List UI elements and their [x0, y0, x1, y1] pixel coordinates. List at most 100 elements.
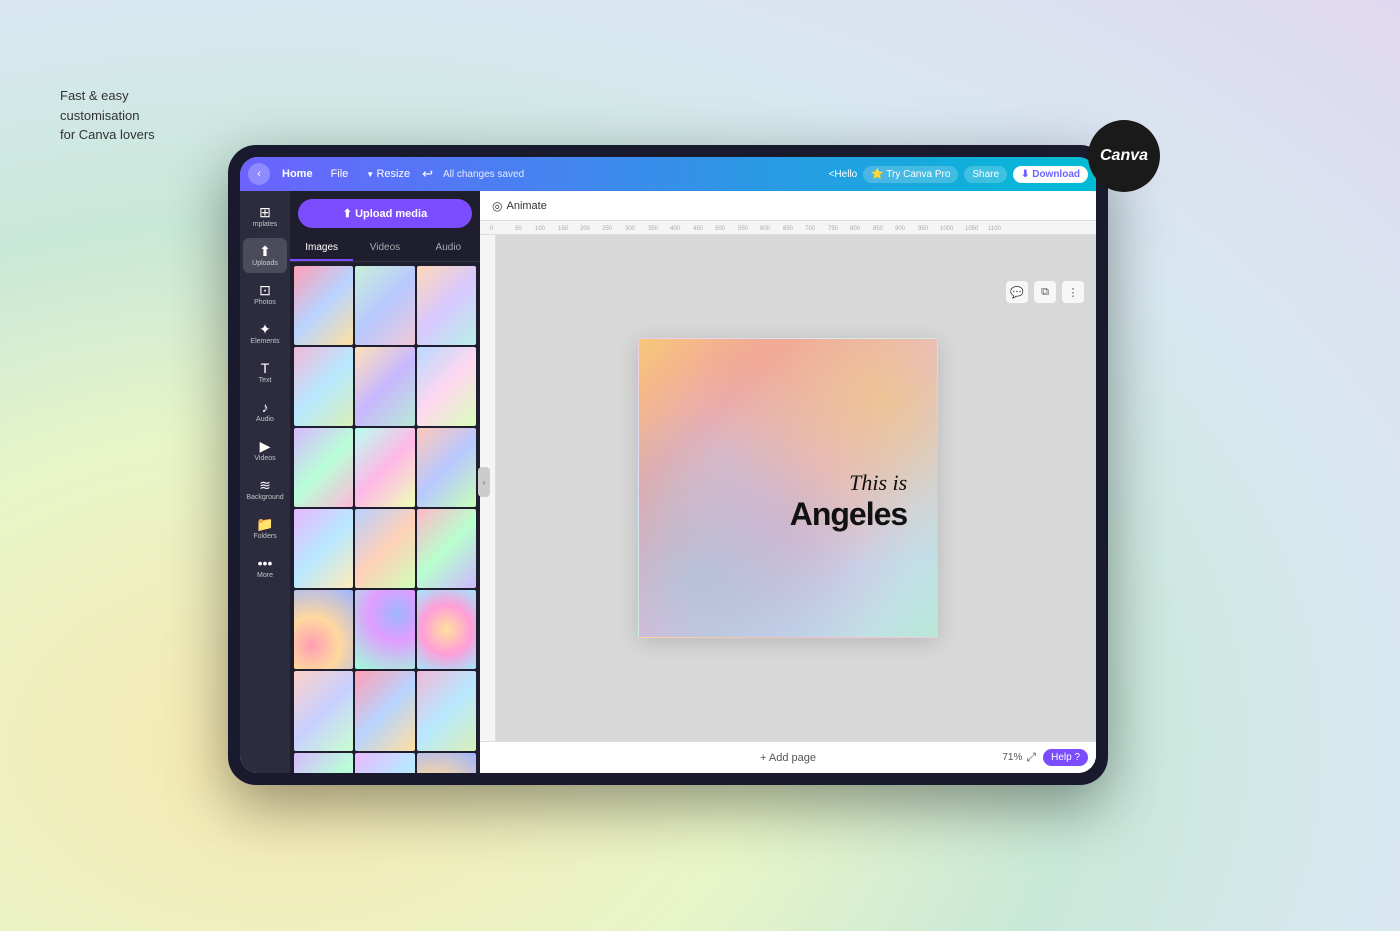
- grid-item[interactable]: [355, 671, 414, 750]
- sidebar-item-text[interactable]: T Text: [243, 355, 287, 390]
- grid-item[interactable]: [417, 509, 476, 588]
- toolbar-right: <Hello ⭐ Try Canva Pro Share ⬇ Download: [829, 166, 1088, 183]
- grid-item[interactable]: [417, 753, 476, 773]
- grid-item[interactable]: [417, 671, 476, 750]
- upload-media-button[interactable]: ⬆ Upload media: [298, 199, 472, 228]
- tagline: Fast & easy customisation for Canva love…: [60, 86, 155, 145]
- share-button[interactable]: Share: [964, 166, 1007, 183]
- grid-item[interactable]: [355, 753, 414, 773]
- grid-item[interactable]: [417, 428, 476, 507]
- image-grid: [290, 262, 480, 773]
- tablet-screen: ‹ Home File Resize ↩ All changes saved <…: [240, 157, 1096, 773]
- hello-button[interactable]: <Hello: [829, 169, 858, 180]
- images-tab[interactable]: Images: [290, 236, 353, 261]
- sidebar-item-more[interactable]: ••• More: [243, 550, 287, 585]
- comment-icon[interactable]: 💬: [1006, 281, 1028, 303]
- tagline-line2: customisation: [60, 108, 139, 123]
- more-options-icon[interactable]: ⋮: [1062, 281, 1084, 303]
- home-nav[interactable]: Home: [276, 166, 319, 182]
- folders-icon: 📁: [256, 517, 273, 531]
- sidebar-item-audio[interactable]: ♪ Audio: [243, 394, 287, 429]
- folders-label: Folders: [253, 533, 276, 540]
- canva-logo-text: Canva: [1100, 147, 1148, 165]
- elements-icon: ✦: [259, 322, 271, 336]
- grid-item[interactable]: [294, 753, 353, 773]
- download-button[interactable]: ⬇ Download: [1013, 166, 1088, 183]
- canvas-area: ◎ Animate 0 50 100 150 200 250 300 350: [480, 191, 1096, 773]
- canvas-actions: 💬 ⧉ ⋮: [1006, 281, 1084, 303]
- ruler-top: 0 50 100 150 200 250 300 350 400 450 500…: [480, 221, 1096, 235]
- sidebar-item-elements[interactable]: ✦ Elements: [243, 316, 287, 351]
- tagline-line3: for Canva lovers: [60, 127, 155, 142]
- canvas-text-top: This is: [790, 470, 907, 496]
- main-content: ⊞ mplates ⬆ Uploads ⊡ Photos ✦ Elements …: [240, 191, 1096, 773]
- grid-item[interactable]: [294, 671, 353, 750]
- grid-item[interactable]: [355, 428, 414, 507]
- uploads-label: Uploads: [252, 260, 278, 267]
- sidebar-item-videos[interactable]: ▶ Videos: [243, 433, 287, 468]
- photos-icon: ⊡: [259, 283, 271, 297]
- copy-icon[interactable]: ⧉: [1034, 281, 1056, 303]
- design-canvas[interactable]: This is Angeles: [638, 338, 938, 638]
- grid-item[interactable]: [355, 347, 414, 426]
- sidebar-item-folders[interactable]: 📁 Folders: [243, 511, 287, 546]
- grid-row-6: [294, 671, 476, 750]
- media-tabs: Images Videos Audio: [290, 236, 480, 262]
- back-button[interactable]: ‹: [248, 163, 270, 185]
- sidebar-item-background[interactable]: ≋ Background: [243, 472, 287, 507]
- audio-tab[interactable]: Audio: [417, 236, 480, 261]
- more-label: More: [257, 572, 273, 579]
- canva-badge: Canva: [1088, 120, 1160, 192]
- background-label: Background: [246, 494, 283, 501]
- canvas-text-bottom: Angeles: [790, 496, 907, 533]
- templates-label: mplates: [253, 221, 278, 228]
- grid-item[interactable]: [417, 347, 476, 426]
- grid-row-4: [294, 509, 476, 588]
- background-icon: ≋: [259, 478, 271, 492]
- audio-icon: ♪: [262, 400, 269, 414]
- saved-status: All changes saved: [443, 169, 524, 180]
- more-icon: •••: [258, 556, 273, 570]
- videos-tab[interactable]: Videos: [353, 236, 416, 261]
- icon-sidebar: ⊞ mplates ⬆ Uploads ⊡ Photos ✦ Elements …: [240, 191, 290, 773]
- try-pro-button[interactable]: ⭐ Try Canva Pro: [863, 166, 958, 183]
- sidebar-item-uploads[interactable]: ⬆ Uploads: [243, 238, 287, 273]
- help-button[interactable]: Help ?: [1043, 749, 1088, 766]
- grid-item[interactable]: [417, 266, 476, 345]
- grid-item[interactable]: [294, 428, 353, 507]
- top-toolbar: ‹ Home File Resize ↩ All changes saved <…: [240, 157, 1096, 191]
- tablet-frame: ‹ Home File Resize ↩ All changes saved <…: [228, 145, 1108, 785]
- grid-item[interactable]: [294, 266, 353, 345]
- zoom-area: 71% ⤢: [1002, 750, 1036, 765]
- text-label: Text: [259, 377, 272, 384]
- undo-button[interactable]: ↩: [422, 166, 433, 182]
- expand-icon[interactable]: ⤢: [1026, 750, 1036, 765]
- toolbar-left: ‹ Home File Resize ↩ All changes saved: [248, 163, 524, 185]
- grid-item[interactable]: [417, 590, 476, 669]
- grid-row-7: [294, 753, 476, 773]
- add-page-button[interactable]: + Add page: [760, 752, 816, 764]
- grid-item[interactable]: [294, 590, 353, 669]
- animate-bar: ◎ Animate: [480, 191, 1096, 221]
- animate-button[interactable]: ◎ Animate: [492, 199, 547, 213]
- zoom-level: 71%: [1002, 752, 1022, 763]
- grid-item[interactable]: [355, 590, 414, 669]
- photos-label: Photos: [254, 299, 276, 306]
- uploads-icon: ⬆: [259, 244, 271, 258]
- grid-row-2: [294, 347, 476, 426]
- grid-item[interactable]: [294, 509, 353, 588]
- grid-item[interactable]: [355, 266, 414, 345]
- grid-item[interactable]: [355, 509, 414, 588]
- sidebar-item-templates[interactable]: ⊞ mplates: [243, 199, 287, 234]
- grid-item[interactable]: [294, 347, 353, 426]
- file-nav[interactable]: File: [325, 166, 355, 182]
- grid-row-3: [294, 428, 476, 507]
- bottom-bar: + Add page 71% ⤢ Help ?: [480, 741, 1096, 773]
- sidebar-item-photos[interactable]: ⊡ Photos: [243, 277, 287, 312]
- grid-row-1: [294, 266, 476, 345]
- panel-collapse-handle[interactable]: ‹: [478, 467, 490, 497]
- videos-label: Videos: [254, 455, 275, 462]
- canvas-viewport: 💬 ⧉ ⋮ This is Angeles: [480, 235, 1096, 741]
- resize-nav[interactable]: Resize: [360, 166, 416, 182]
- tagline-line1: Fast & easy: [60, 88, 129, 103]
